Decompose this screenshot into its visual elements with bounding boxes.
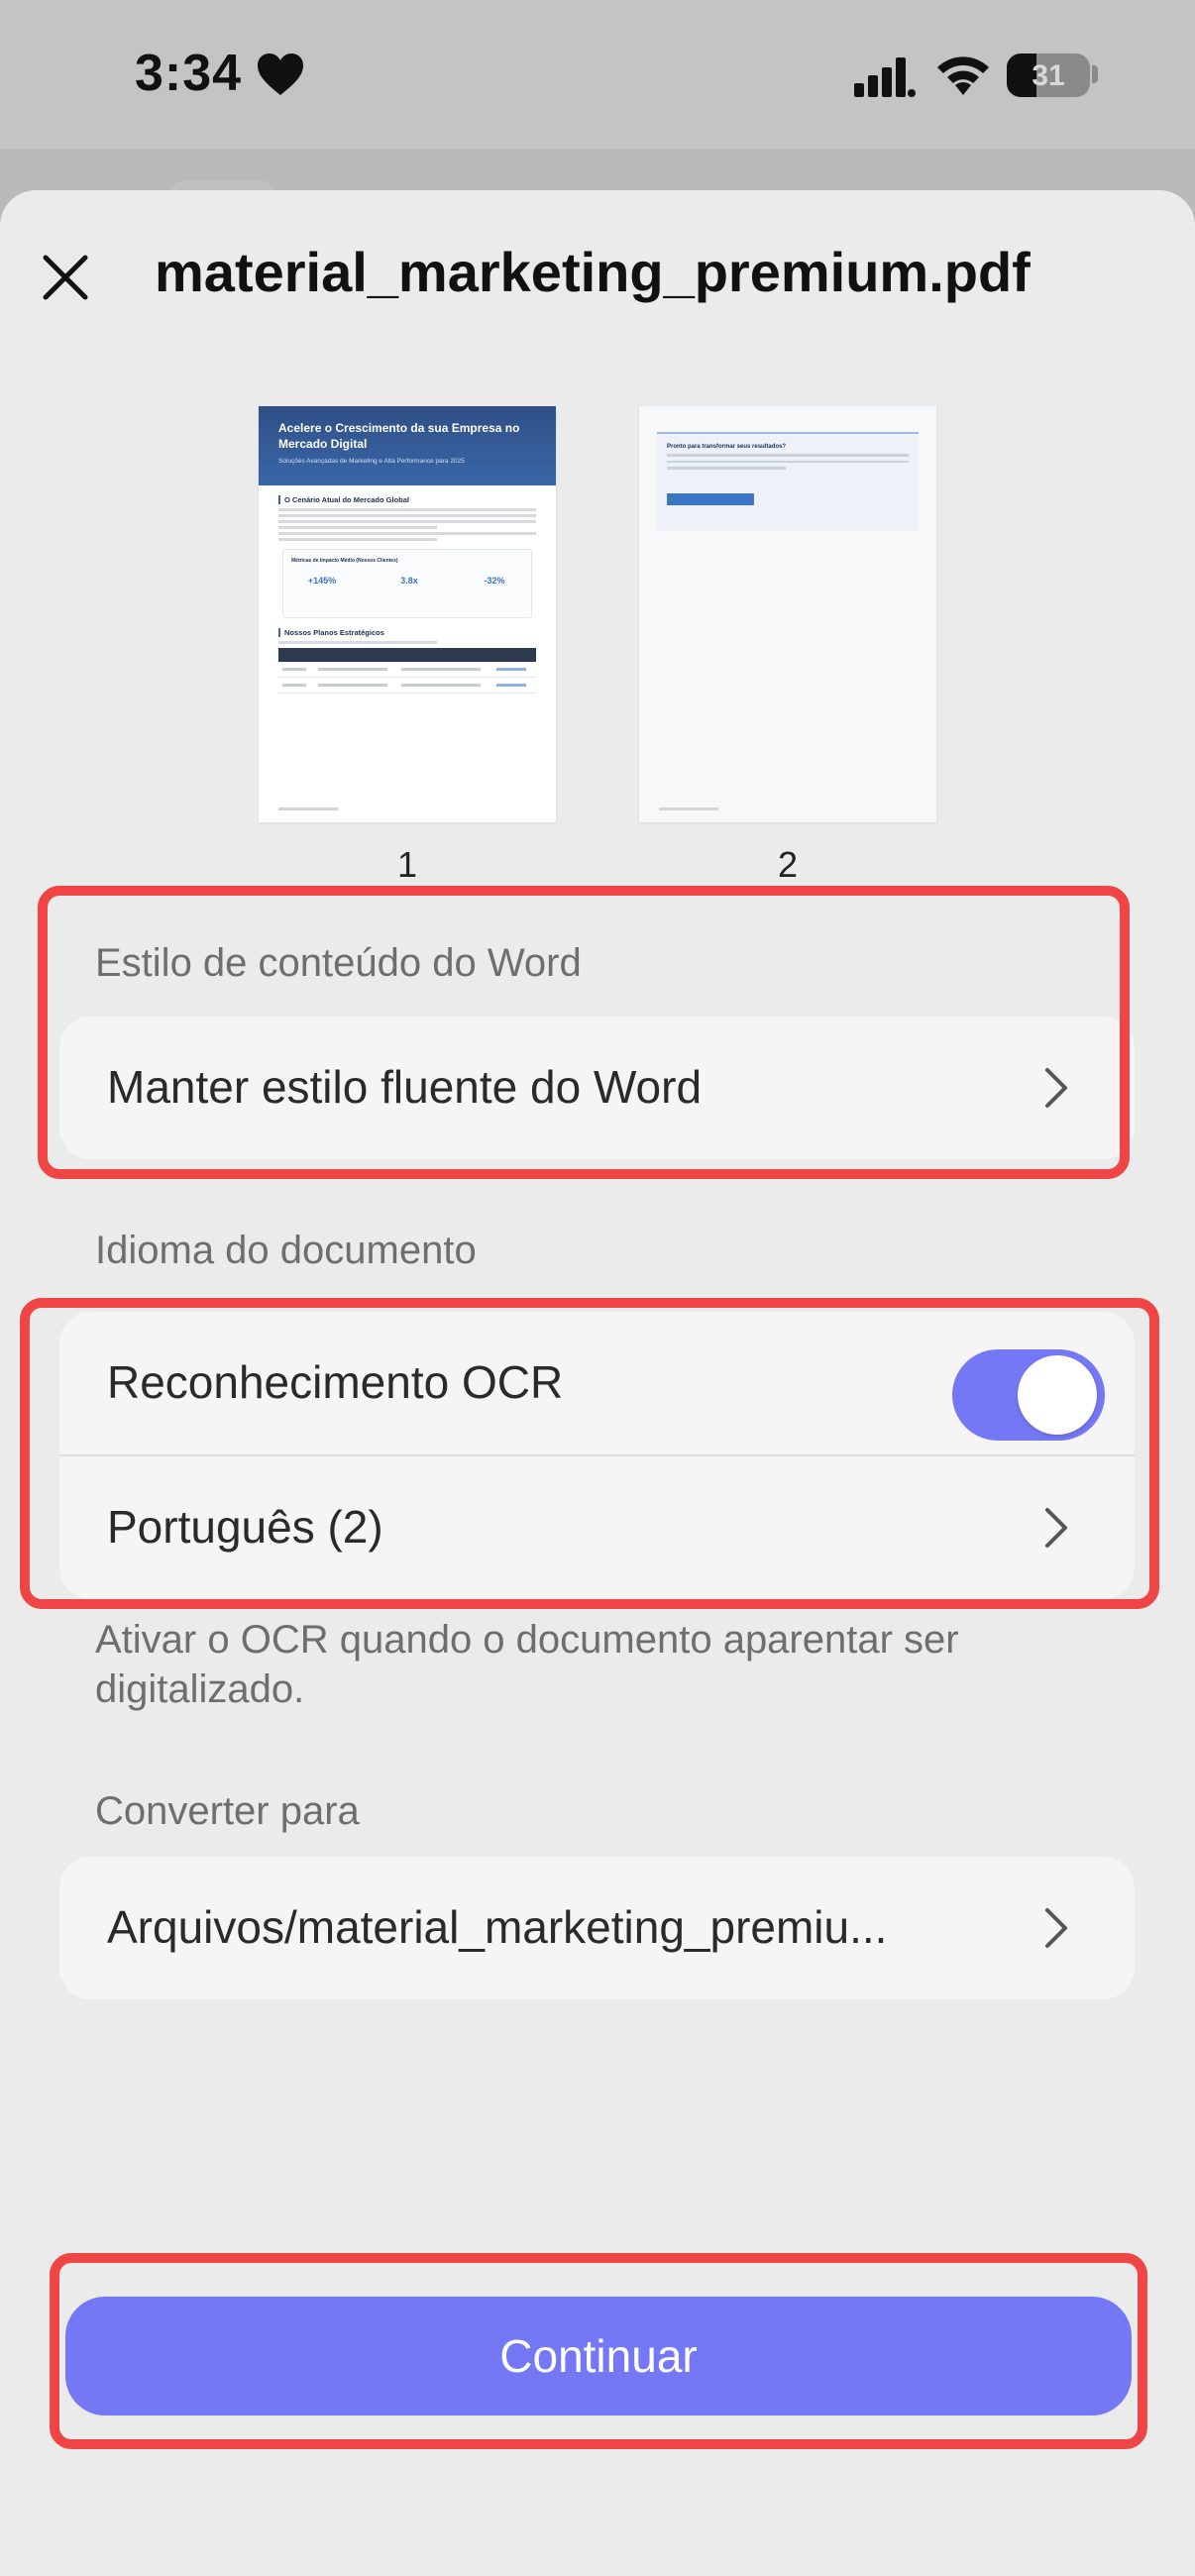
wifi-icon xyxy=(937,56,989,95)
thumbnail-text-line xyxy=(667,460,909,463)
thumbnail-cta-box: Pronto para transformar seus resultados? xyxy=(657,432,919,531)
thumbnail-metric: +145% xyxy=(307,576,337,586)
thumbnail-table-row xyxy=(278,662,536,678)
ocr-label: Reconhecimento OCR xyxy=(107,1356,564,1408)
page-number-1: 1 xyxy=(396,844,418,885)
thumbnail-title: Acelere o Crescimento da sua Empresa no … xyxy=(278,421,520,451)
pdf-page-thumbnail-2[interactable]: Pronto para transformar seus resultados? xyxy=(639,406,936,822)
thumbnail-section-heading: Nossos Planos Estratégicos xyxy=(278,628,536,637)
word-style-card: Manter estilo fluente do Word xyxy=(59,1017,1135,1159)
sheet-title: material_marketing_premium.pdf xyxy=(155,241,1031,303)
thumbnail-section-heading: O Cenário Atual do Mercado Global xyxy=(278,495,536,504)
battery-icon: 31 xyxy=(1007,54,1090,97)
thumbnail-cta-button xyxy=(667,493,754,505)
word-style-value: Manter estilo fluente do Word xyxy=(107,1061,703,1113)
toggle-knob xyxy=(1018,1355,1097,1435)
close-icon[interactable] xyxy=(36,248,95,307)
continue-button[interactable]: Continuar xyxy=(65,2297,1132,2415)
thumbnail-table-header xyxy=(278,648,536,662)
thumbnail-text-line xyxy=(278,508,536,511)
document-language-label: Idioma do documento xyxy=(95,1229,477,1272)
ocr-hint: Ativar o OCR quando o documento aparenta… xyxy=(95,1618,959,1711)
pdf-page-thumbnail-1[interactable]: Acelere o Crescimento da sua Empresa no … xyxy=(259,406,556,822)
convert-to-card: Arquivos/material_marketing_premiu... xyxy=(59,1857,1135,1999)
thumbnail-footer xyxy=(278,807,338,810)
word-style-selector[interactable]: Manter estilo fluente do Word xyxy=(59,1017,1135,1159)
thumbnail-metric: -32% xyxy=(484,576,505,586)
thumbnail-text-line xyxy=(278,538,437,541)
thumbnail-text-line xyxy=(667,454,909,457)
language-selector[interactable]: Português (2) xyxy=(59,1456,1135,1599)
status-bar: 3:34 31 xyxy=(0,0,1195,149)
thumbnail-table xyxy=(278,648,536,694)
battery-level: 31 xyxy=(1032,59,1065,92)
thumbnail-text-line xyxy=(278,520,536,523)
thumbnail-text-line xyxy=(278,526,437,529)
chevron-right-icon xyxy=(1045,1908,1067,1948)
thumbnail-text-line xyxy=(667,467,786,470)
language-value: Português (2) xyxy=(107,1501,383,1553)
thumbnail-table-row xyxy=(278,678,536,694)
thumbnail-text-line xyxy=(278,641,437,644)
document-language-card: Reconhecimento OCR Português (2) xyxy=(59,1312,1135,1599)
convert-to-label: Converter para xyxy=(95,1789,360,1833)
convert-destination-value: Arquivos/material_marketing_premiu... xyxy=(107,1901,888,1953)
thumbnail-text-line xyxy=(278,514,536,517)
status-time: 3:34 xyxy=(135,45,243,102)
ocr-row: Reconhecimento OCR xyxy=(59,1312,1135,1454)
heart-icon xyxy=(258,54,303,95)
thumbnail-text-line xyxy=(278,532,536,535)
thumbnail-subtitle: Soluções Avançadas de Marketing e Alta P… xyxy=(278,458,465,465)
battery-tip xyxy=(1092,65,1098,83)
convert-sheet: material_marketing_premium.pdf Acelere o… xyxy=(0,190,1195,2576)
thumbnail-metrics-title: Métricas de Impacto Médio (Nossos Client… xyxy=(291,558,398,564)
thumbnail-metrics-box: Métricas de Impacto Médio (Nossos Client… xyxy=(282,549,532,618)
thumbnail-footer xyxy=(659,807,718,810)
ocr-toggle[interactable] xyxy=(952,1349,1105,1441)
thumbnail-metric: 3.8x xyxy=(400,576,418,586)
word-style-label: Estilo de conteúdo do Word xyxy=(95,941,582,985)
signal-icon xyxy=(854,57,916,97)
thumbnail-cta-title: Pronto para transformar seus resultados? xyxy=(667,444,787,450)
page-number-2: 2 xyxy=(777,844,799,885)
chevron-right-icon xyxy=(1045,1508,1067,1548)
thumbnail-header: Acelere o Crescimento da sua Empresa no … xyxy=(259,406,556,485)
convert-destination-selector[interactable]: Arquivos/material_marketing_premiu... xyxy=(59,1857,1135,1999)
chevron-right-icon xyxy=(1045,1068,1067,1108)
